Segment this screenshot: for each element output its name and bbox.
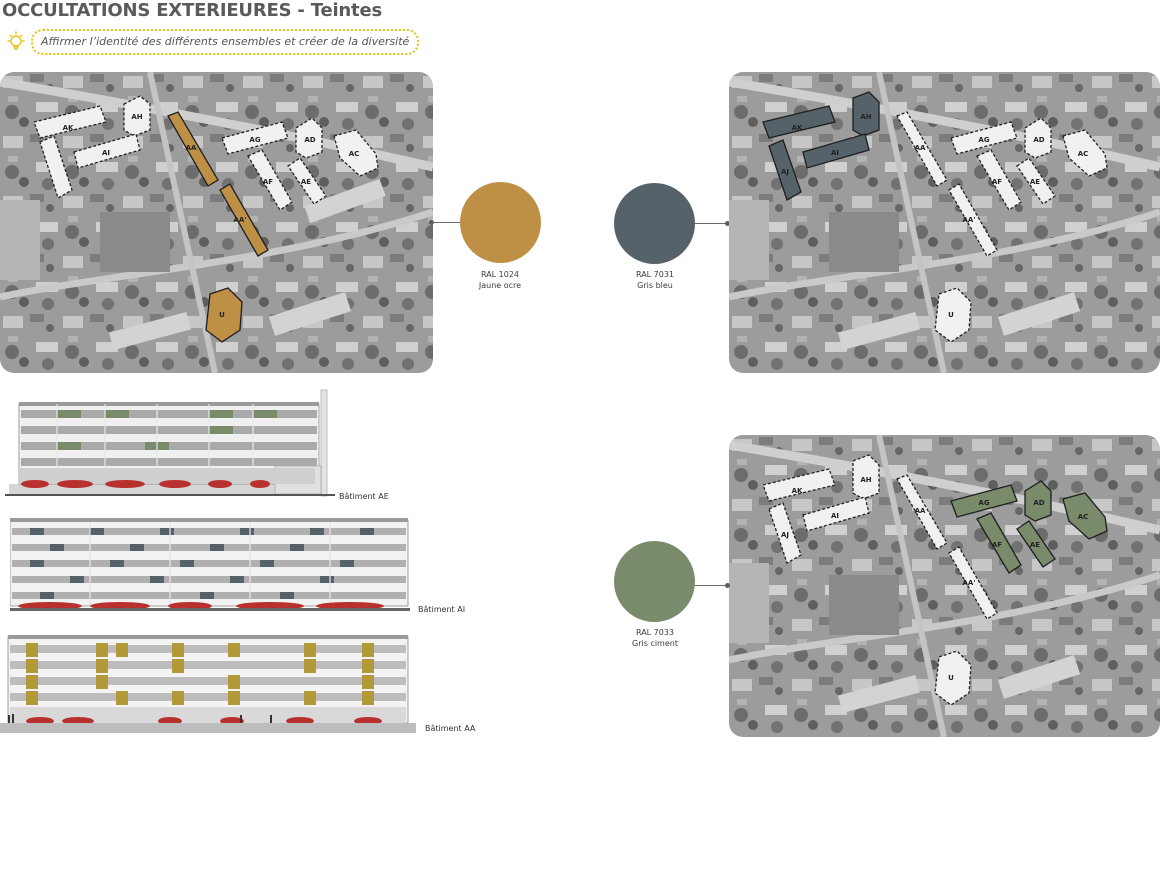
svg-text:AK: AK (792, 487, 803, 495)
facade-drawing-aa (0, 635, 416, 733)
svg-text:AE: AE (1030, 178, 1040, 186)
ral-name: Gris ciment (632, 639, 678, 648)
svg-text:AD: AD (1033, 136, 1044, 144)
svg-text:AF: AF (992, 178, 1002, 186)
svg-text:AG: AG (978, 499, 989, 507)
aerial-map-green: AK AH AI AJ AG AD AC AF AE AA AA' U (729, 435, 1160, 737)
svg-text:AE: AE (301, 178, 311, 186)
color-swatch-green (614, 541, 695, 622)
svg-text:AI: AI (831, 149, 839, 157)
ral-label-blue: RAL 7031 Gris bleu (600, 269, 710, 291)
ral-name: Jaune ocre (478, 281, 522, 290)
color-swatch-ochre (460, 182, 541, 263)
svg-text:AA: AA (915, 507, 926, 515)
connector-line (695, 585, 728, 586)
svg-text:AK: AK (792, 124, 803, 132)
ral-code: RAL 7033 (635, 628, 675, 637)
svg-text:AD: AD (304, 136, 315, 144)
svg-text:AA': AA' (234, 216, 247, 224)
svg-text:AD: AD (1033, 499, 1044, 507)
facade-drawing-ae (5, 389, 335, 497)
facade-label-ae: Bâtiment AE (339, 492, 389, 501)
svg-text:AA: AA (915, 144, 926, 152)
lightbulb-icon (7, 31, 25, 50)
svg-text:AH: AH (860, 113, 871, 121)
ral-name: Gris bleu (637, 281, 673, 290)
facade-label-ai: Bâtiment AI (418, 605, 466, 614)
ral-code: RAL 1024 (480, 270, 520, 279)
svg-text:AC: AC (349, 150, 360, 158)
facade-label-aa: Bâtiment AA (425, 724, 476, 733)
svg-text:AF: AF (263, 178, 273, 186)
ral-label-green: RAL 7033 Gris ciment (600, 627, 710, 649)
ral-label-ochre: RAL 1024 Jaune ocre (445, 269, 555, 291)
subtitle-badge: Affirmer l’identité des différents ensem… (31, 29, 420, 55)
svg-text:AH: AH (860, 476, 871, 484)
facade-drawing-ai (10, 518, 410, 611)
connector-dot (725, 583, 730, 588)
svg-text:U: U (948, 674, 954, 682)
svg-text:AJ: AJ (781, 531, 789, 539)
connector-line (695, 223, 728, 224)
svg-text:AE: AE (1030, 541, 1040, 549)
svg-text:AC: AC (1078, 513, 1089, 521)
svg-text:U: U (219, 311, 225, 319)
aerial-map-blue: AK AH AI AJ AG AD AC AF AE AA AA' U (729, 72, 1160, 373)
connector-line (433, 222, 461, 223)
svg-text:AH: AH (131, 113, 142, 121)
svg-text:AF: AF (992, 541, 1002, 549)
svg-text:U: U (948, 311, 954, 319)
svg-text:AI: AI (831, 512, 839, 520)
svg-text:AI: AI (102, 149, 110, 157)
aerial-map-ochre: AK AH AI AG AD AC AF AE AA AA' U (0, 72, 433, 373)
svg-text:AG: AG (978, 136, 989, 144)
svg-text:AC: AC (1078, 150, 1089, 158)
color-swatch-blue (614, 183, 695, 264)
page-title: OCCULTATIONS EXTERIEURES - Teintes (2, 0, 382, 21)
svg-text:AA: AA (186, 144, 197, 152)
svg-text:AJ: AJ (781, 168, 789, 176)
svg-text:AA': AA' (963, 216, 976, 224)
svg-text:AG: AG (249, 136, 260, 144)
ral-code: RAL 7031 (635, 270, 675, 279)
svg-text:AK: AK (63, 124, 74, 132)
svg-text:AA': AA' (963, 579, 976, 587)
